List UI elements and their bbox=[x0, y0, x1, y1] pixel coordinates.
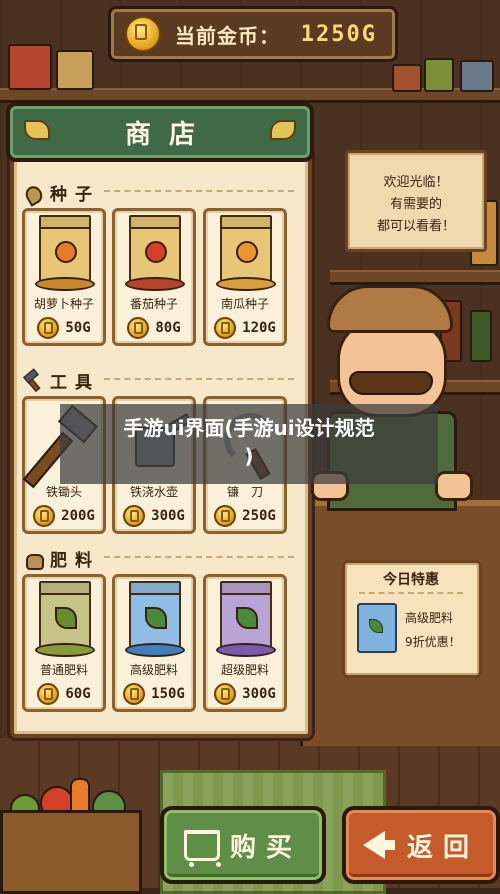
fertilizer-sack-icon bbox=[24, 550, 44, 570]
shop-item-card[interactable]: 胡萝卜种子 50G bbox=[22, 208, 106, 346]
seed-pile bbox=[125, 277, 185, 291]
seed-bag-icon bbox=[39, 221, 91, 285]
shop-title-banner: 商店 bbox=[6, 102, 314, 162]
section-header-fertilizer: 肥料 bbox=[24, 546, 294, 571]
gold-coin-icon bbox=[37, 317, 60, 339]
fertilizer-bag-icon bbox=[129, 587, 181, 651]
item-price: 50G bbox=[25, 317, 103, 339]
item-name: 高级肥料 bbox=[129, 663, 178, 677]
caption-line: ) bbox=[244, 444, 254, 468]
coin-label: 当前金币： bbox=[175, 23, 280, 48]
caption-overlay: 手游ui界面(手游ui设计规范 ) bbox=[60, 404, 438, 484]
sign-line: 有需要的 bbox=[389, 197, 442, 212]
item-price: 250G bbox=[206, 505, 284, 527]
gold-coin-icon bbox=[127, 317, 150, 339]
section-title: 工具 bbox=[50, 373, 100, 393]
jar bbox=[56, 50, 94, 90]
jar bbox=[392, 64, 422, 92]
shelf bbox=[330, 270, 500, 285]
item-name: 番茄种子 bbox=[129, 297, 178, 311]
item-name: 铁浇水壶 bbox=[129, 485, 178, 499]
item-name: 镰 刀 bbox=[226, 485, 263, 499]
fertilizer-pile bbox=[35, 643, 95, 657]
shop-item-card[interactable]: 超级肥料 300G bbox=[203, 574, 287, 712]
gold-coin-icon bbox=[214, 505, 237, 527]
coin-amount: 1250G bbox=[300, 21, 377, 47]
shop-item-card[interactable]: 高级肥料 150G bbox=[112, 574, 196, 712]
gold-coin-icon bbox=[33, 505, 56, 527]
jar bbox=[424, 58, 454, 92]
shop-item-card[interactable]: 普通肥料 60G bbox=[22, 574, 106, 712]
sign-line: 欢迎光临！ bbox=[383, 175, 449, 190]
hammer-icon bbox=[23, 367, 42, 392]
special-title: 今日特惠 bbox=[359, 569, 463, 594]
vegetable-crate bbox=[0, 770, 142, 894]
item-name: 胡萝卜种子 bbox=[33, 297, 94, 311]
seed-bag-icon bbox=[129, 221, 181, 285]
leaf-icon bbox=[24, 120, 50, 140]
item-name: 铁锄头 bbox=[45, 485, 82, 499]
daily-special-board[interactable]: 今日特惠 高级肥料 9折优惠！ bbox=[342, 560, 482, 678]
section-header-seeds: 种子 bbox=[22, 180, 294, 207]
seed-icon bbox=[22, 182, 46, 207]
gold-coin-icon bbox=[37, 683, 60, 705]
item-name: 南瓜种子 bbox=[220, 297, 269, 311]
section-header-tools: 工具 bbox=[23, 367, 294, 393]
seed-pile bbox=[35, 277, 95, 291]
welcome-sign: 欢迎光临！ 有需要的 都可以看看！ bbox=[345, 150, 487, 252]
sign-line: 都可以看看！ bbox=[376, 219, 455, 234]
gold-coin-icon bbox=[123, 505, 146, 527]
item-price: 300G bbox=[115, 505, 193, 527]
shop-item-card[interactable]: 南瓜种子 120G bbox=[203, 208, 287, 346]
back-arrow-icon bbox=[362, 831, 395, 859]
caption-line: 手游ui界面(手游ui设计规范 bbox=[123, 416, 375, 440]
gold-coin-icon bbox=[214, 317, 237, 339]
shopping-cart-icon bbox=[183, 829, 221, 868]
buy-button[interactable]: 购买 bbox=[160, 806, 326, 884]
fertilizer-pile bbox=[125, 643, 185, 657]
jar bbox=[460, 60, 494, 92]
divider bbox=[104, 378, 294, 380]
item-price: 150G bbox=[115, 683, 193, 705]
shop-item-card[interactable]: 番茄种子 80G bbox=[112, 208, 196, 346]
item-price: 120G bbox=[206, 317, 284, 339]
gold-coin-icon bbox=[125, 16, 161, 52]
item-price: 60G bbox=[25, 683, 103, 705]
buy-label: 购买 bbox=[229, 832, 302, 863]
gold-coin-icon bbox=[123, 683, 146, 705]
item-name: 超级肥料 bbox=[220, 663, 269, 677]
item-name: 普通肥料 bbox=[39, 663, 88, 677]
seed-bag-icon bbox=[220, 221, 272, 285]
divider bbox=[104, 556, 294, 558]
section-title: 肥料 bbox=[50, 551, 100, 571]
fertilizer-pile bbox=[216, 643, 276, 657]
back-label: 返回 bbox=[406, 832, 479, 863]
item-price: 300G bbox=[206, 683, 284, 705]
fertilizer-bag-icon bbox=[39, 587, 91, 651]
back-button[interactable]: 返回 bbox=[342, 806, 500, 884]
shop-title: 商店 bbox=[124, 119, 213, 150]
special-discount: 9折优惠！ bbox=[405, 635, 461, 649]
gold-coin-icon bbox=[214, 683, 237, 705]
section-title: 种子 bbox=[50, 185, 100, 205]
fertilizer-bag-icon bbox=[357, 603, 397, 653]
item-price: 200G bbox=[25, 505, 103, 527]
seed-pile bbox=[216, 277, 276, 291]
coin-balance-bar: 当前金币： 1250G bbox=[108, 6, 398, 62]
item-price: 80G bbox=[115, 317, 193, 339]
special-item: 高级肥料 bbox=[405, 611, 454, 625]
leaf-icon bbox=[270, 120, 296, 140]
fertilizer-bag-icon bbox=[220, 587, 272, 651]
jar bbox=[8, 44, 52, 90]
divider bbox=[104, 190, 294, 192]
